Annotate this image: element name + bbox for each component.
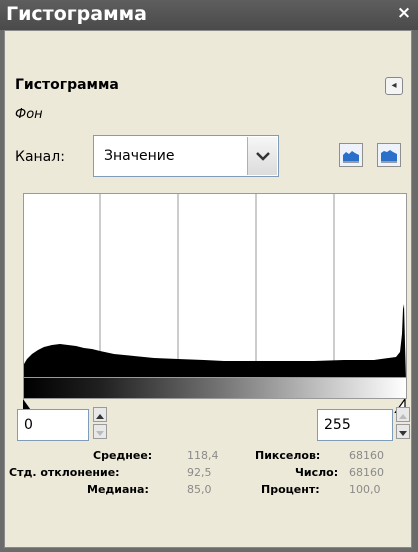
- range-start-spin[interactable]: [93, 407, 107, 439]
- std-value: 92,5: [187, 466, 212, 479]
- close-icon[interactable]: ×: [396, 5, 412, 22]
- histogram-window: Гистограмма × Гистограмма Фон ◂ Канал: З…: [0, 0, 418, 552]
- channel-label: Канал:: [15, 149, 65, 165]
- median-label: Медиана:: [87, 483, 149, 496]
- mean-label: Среднее:: [93, 449, 153, 462]
- histogram-panel: Гистограмма Фон ◂ Канал: Значение 0 255 …: [4, 30, 412, 548]
- range-end-input[interactable]: 255: [317, 409, 393, 441]
- mean-value: 118,4: [187, 449, 219, 462]
- std-label: Стд. отклонение:: [9, 466, 120, 479]
- panel-menu-icon[interactable]: ◂: [385, 77, 403, 95]
- increment-icon[interactable]: [93, 407, 107, 422]
- histogram-statistics: Среднее: 118,4 Стд. отклонение: 92,5 Мед…: [5, 449, 413, 509]
- range-end-spin[interactable]: [396, 407, 410, 439]
- pixels-value: 68160: [349, 449, 384, 462]
- linear-histogram-icon[interactable]: [339, 143, 363, 167]
- chevron-down-icon[interactable]: [247, 137, 277, 175]
- range-start-input[interactable]: 0: [17, 409, 89, 441]
- window-titlebar[interactable]: Гистограмма ×: [0, 0, 418, 30]
- histogram-plot[interactable]: [23, 193, 407, 380]
- panel-subtitle: Фон: [15, 107, 43, 122]
- decrement-icon[interactable]: [93, 424, 107, 439]
- channel-select[interactable]: Значение: [93, 135, 279, 177]
- increment-icon[interactable]: [396, 407, 410, 422]
- percent-label: Процент:: [261, 483, 320, 496]
- value-gradient-strip: [23, 377, 407, 399]
- log-histogram-icon[interactable]: [377, 143, 401, 167]
- window-title: Гистограмма: [6, 3, 147, 25]
- percent-value: 100,0: [349, 483, 381, 496]
- channel-select-value: Значение: [104, 148, 175, 164]
- panel-title: Гистограмма: [15, 77, 119, 93]
- decrement-icon[interactable]: [396, 424, 410, 439]
- count-value: 68160: [349, 466, 384, 479]
- median-value: 85,0: [187, 483, 212, 496]
- count-label: Число:: [295, 466, 339, 479]
- pixels-label: Пикселов:: [255, 449, 321, 462]
